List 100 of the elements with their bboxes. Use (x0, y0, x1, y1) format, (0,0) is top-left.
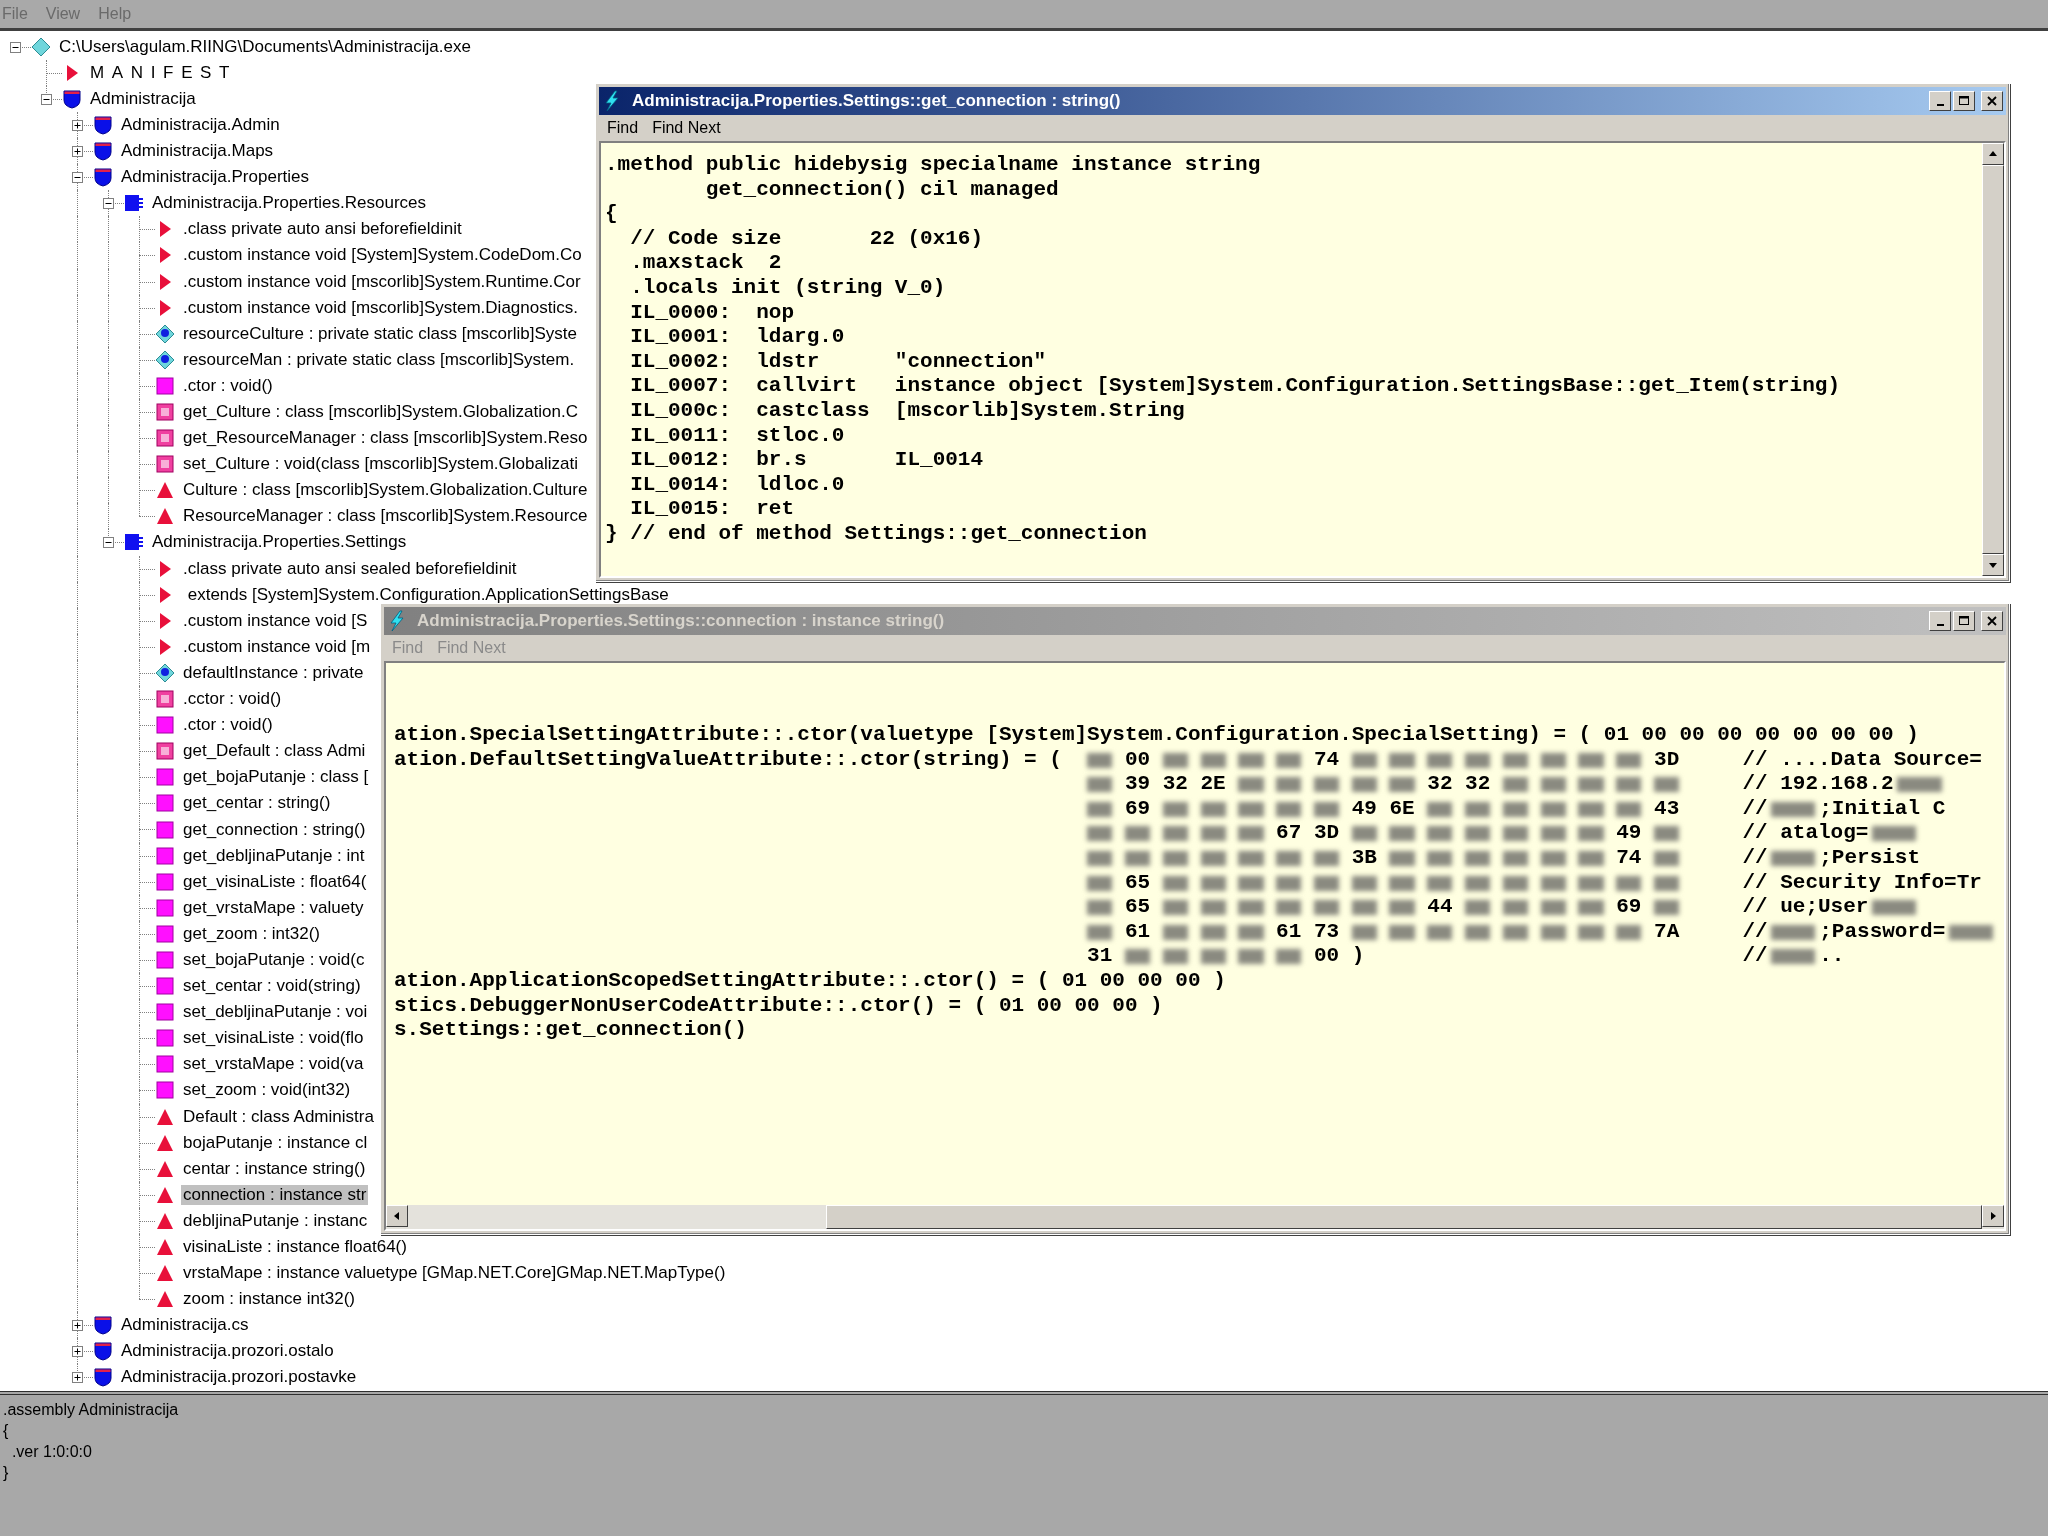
expand-icon[interactable] (72, 146, 83, 158)
tree-item[interactable]: zoom : instance int32() (181, 1289, 357, 1310)
minimize-icon (1936, 104, 1944, 106)
tree-item[interactable]: .custom instance void [m (181, 636, 373, 657)
tree-item[interactable]: get_visinaListe : float64( (181, 871, 369, 892)
menu-item[interactable]: Find (607, 119, 639, 137)
maximize-button[interactable] (1953, 91, 1975, 111)
square-icon (155, 871, 175, 892)
menu-item[interactable]: Find Next (652, 119, 721, 137)
tree-item[interactable]: get_centar : string() (181, 793, 333, 814)
square-icon (155, 689, 175, 710)
blurred-text (1389, 826, 1415, 842)
tree-item[interactable]: set_bojaPutanje : void(c (181, 950, 367, 970)
hex-value: 2E (1200, 772, 1226, 797)
tree-item[interactable]: defaultInstance : private (181, 662, 366, 683)
tree-item[interactable]: get_bojaPutanje : class [ (181, 767, 371, 788)
triangle-icon (155, 1237, 175, 1257)
tree-item[interactable]: .custom instance void [mscorlib]System.Runtime.Cor (181, 271, 583, 292)
blurred-text (1238, 826, 1264, 842)
tree-item[interactable]: get_debljinaPutanje : int (181, 845, 367, 866)
tree-item[interactable]: get_connection : string() (181, 819, 368, 840)
tree-item[interactable]: Administracija.Properties.Settings (150, 532, 409, 553)
expand-icon[interactable] (72, 119, 83, 131)
blurred-text (1771, 924, 1816, 940)
collapse-icon[interactable] (41, 93, 52, 105)
tree-item[interactable]: get_zoom : int32() (181, 923, 322, 944)
tree-item[interactable]: Administracija (88, 88, 198, 109)
tree-item[interactable]: set_centar : void(string) (181, 976, 363, 997)
tree-item[interactable]: Default : class Administra (181, 1106, 376, 1127)
tree-item[interactable]: resourceCulture : private static class [mscorlib]Syste (181, 323, 579, 344)
minimize-button[interactable] (1929, 91, 1951, 111)
tree-item[interactable]: Administracija.Properties.Resources (150, 193, 428, 214)
tree-item[interactable]: centar : instance string() (181, 1158, 368, 1179)
tree-item[interactable]: set_vrstaMape : void(va (181, 1054, 366, 1075)
tree-item[interactable]: bojaPutanje : instance cl (181, 1132, 370, 1153)
code-line: s.Settings::get_connection() (394, 1018, 748, 1043)
close-button[interactable] (1981, 91, 2003, 111)
collapse-icon[interactable] (10, 41, 21, 53)
blurred-text (1654, 777, 1680, 793)
scroll-left-button[interactable] (386, 1205, 408, 1227)
blurred-text (1389, 924, 1415, 940)
blurred-text (1771, 850, 1816, 866)
tree-item[interactable]: set_debljinaPutanje : voi (181, 1002, 370, 1023)
collapse-icon[interactable] (103, 537, 114, 549)
expand-icon[interactable] (72, 1320, 83, 1332)
tree-item[interactable]: set_Culture : void(class [mscorlib]System.Globalizati (181, 454, 580, 475)
tree-item[interactable]: Culture : class [mscorlib]System.Globalization.Culture (181, 480, 590, 501)
tree-item[interactable]: get_Default : class Admi (181, 741, 368, 762)
square-icon (155, 897, 175, 918)
tree-item[interactable]: set_visinaListe : void(flo (181, 1028, 366, 1049)
shield-icon (93, 1367, 113, 1388)
tree-item[interactable]: .custom instance void [S (181, 610, 370, 631)
tree-item[interactable]: Administracija.cs (119, 1315, 251, 1336)
square-icon (155, 454, 175, 475)
collapse-icon[interactable] (103, 198, 114, 210)
blurred-text (1351, 924, 1377, 940)
tree-item[interactable]: get_vrstaMape : valuety (181, 897, 366, 918)
tree-item[interactable]: .cctor : void() (181, 689, 284, 710)
expand-icon[interactable] (72, 1372, 83, 1384)
tree-item[interactable]: connection : instance str (181, 1184, 369, 1205)
tree-item[interactable]: Administracija.prozori.ostalo (119, 1341, 336, 1362)
tree-item[interactable]: .custom instance void [mscorlib]System.Diagnostics. (181, 297, 580, 318)
left-arrow-icon (392, 1211, 402, 1221)
blurred-text (1654, 875, 1680, 891)
tree-item[interactable]: .ctor : void() (181, 375, 275, 396)
tree-item[interactable]: visinaListe : instance float64() (181, 1237, 409, 1257)
blurred-text (1087, 752, 1113, 768)
blurred-text (1389, 777, 1415, 793)
tree-item[interactable]: .ctor : void() (181, 715, 275, 736)
tree-item[interactable]: Administracija.Admin (119, 115, 282, 135)
tree-item[interactable]: C:\Users\agulam.RIING\Documents\Administracija.exe (57, 36, 473, 57)
scroll-thumb[interactable] (826, 1205, 1982, 1229)
collapse-icon[interactable] (72, 172, 83, 184)
code-line: { (605, 202, 619, 227)
hex-value: 73 (1313, 919, 1340, 945)
blurred-text (1124, 850, 1151, 866)
tree-item[interactable]: .class private auto ansi beforefieldinit (181, 219, 464, 240)
tree-item[interactable]: Administracija.Properties (119, 167, 311, 188)
tree-item[interactable]: set_zoom : void(int32) (181, 1080, 353, 1101)
tree-item[interactable]: get_Culture : class [mscorlib]System.Globalization.C (181, 402, 580, 422)
tree-item[interactable]: Administracija.Maps (119, 141, 276, 162)
expand-icon[interactable] (72, 1346, 83, 1358)
tree-item[interactable]: ResourceManager : class [mscorlib]System.Resource (181, 506, 590, 527)
hex-value: 32 (1162, 772, 1188, 797)
maximize-icon (1958, 95, 1970, 107)
tree-item[interactable]: debljinaPutanje : instanc (181, 1210, 370, 1231)
tree-item[interactable]: vrstaMape : instance valuetype [GMap.NET.Core]GMap.NET.MapType() (181, 1263, 728, 1284)
scroll-down-button[interactable] (1982, 554, 2004, 576)
tree-item[interactable]: extends [System]System.Configuration.ApplicationSettingsBase (181, 584, 671, 605)
scroll-right-button[interactable] (1982, 1205, 2004, 1227)
tree-item[interactable]: .class private auto ansi sealed beforefieldinit (181, 558, 519, 579)
tree-item[interactable]: MANIFEST (88, 62, 240, 83)
tree-item[interactable]: .custom instance void [System]System.CodeDom.Co (181, 245, 584, 266)
tree-item[interactable]: Administracija.prozori.postavke (119, 1367, 359, 1388)
hex-value: 3D (1654, 747, 1680, 773)
hex-value: 74 (1313, 747, 1340, 773)
tree-item[interactable]: resourceMan : private static class [mscorlib]System. (181, 349, 577, 370)
blurred-text (1771, 949, 1816, 965)
scroll-up-button[interactable] (1982, 143, 2004, 165)
tree-item[interactable]: get_ResourceManager : class [mscorlib]System.Reso (181, 428, 590, 449)
